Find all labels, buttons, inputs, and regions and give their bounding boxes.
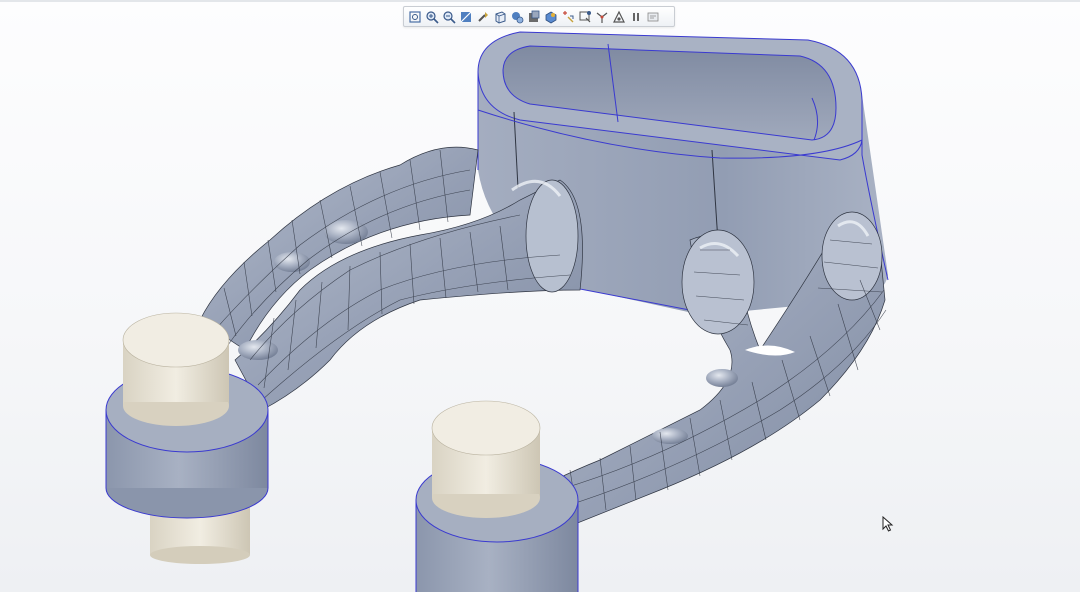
datum-display-icon[interactable]	[560, 9, 576, 25]
zoom-in-icon[interactable]	[424, 9, 440, 25]
zoom-out-icon[interactable]	[441, 9, 457, 25]
spin-center-icon[interactable]	[594, 9, 610, 25]
reorient-icon[interactable]	[475, 9, 491, 25]
more-icon[interactable]	[645, 9, 661, 25]
bracket-model[interactable]	[0, 0, 1080, 592]
view-manager-icon[interactable]	[509, 9, 525, 25]
saved-orientations-icon[interactable]	[492, 9, 508, 25]
display-style-icon[interactable]	[526, 9, 542, 25]
appearance-icon[interactable]	[543, 9, 559, 25]
perspective-icon[interactable]	[611, 9, 627, 25]
refit-icon[interactable]	[407, 9, 423, 25]
repaint-icon[interactable]	[458, 9, 474, 25]
pause-icon[interactable]	[628, 9, 644, 25]
graphics-viewport[interactable]	[0, 0, 1080, 592]
graphics-toolbar	[403, 6, 675, 27]
mouse-pointer-icon	[882, 516, 894, 532]
annotation-display-icon[interactable]	[577, 9, 593, 25]
right-bushing	[415, 400, 579, 592]
